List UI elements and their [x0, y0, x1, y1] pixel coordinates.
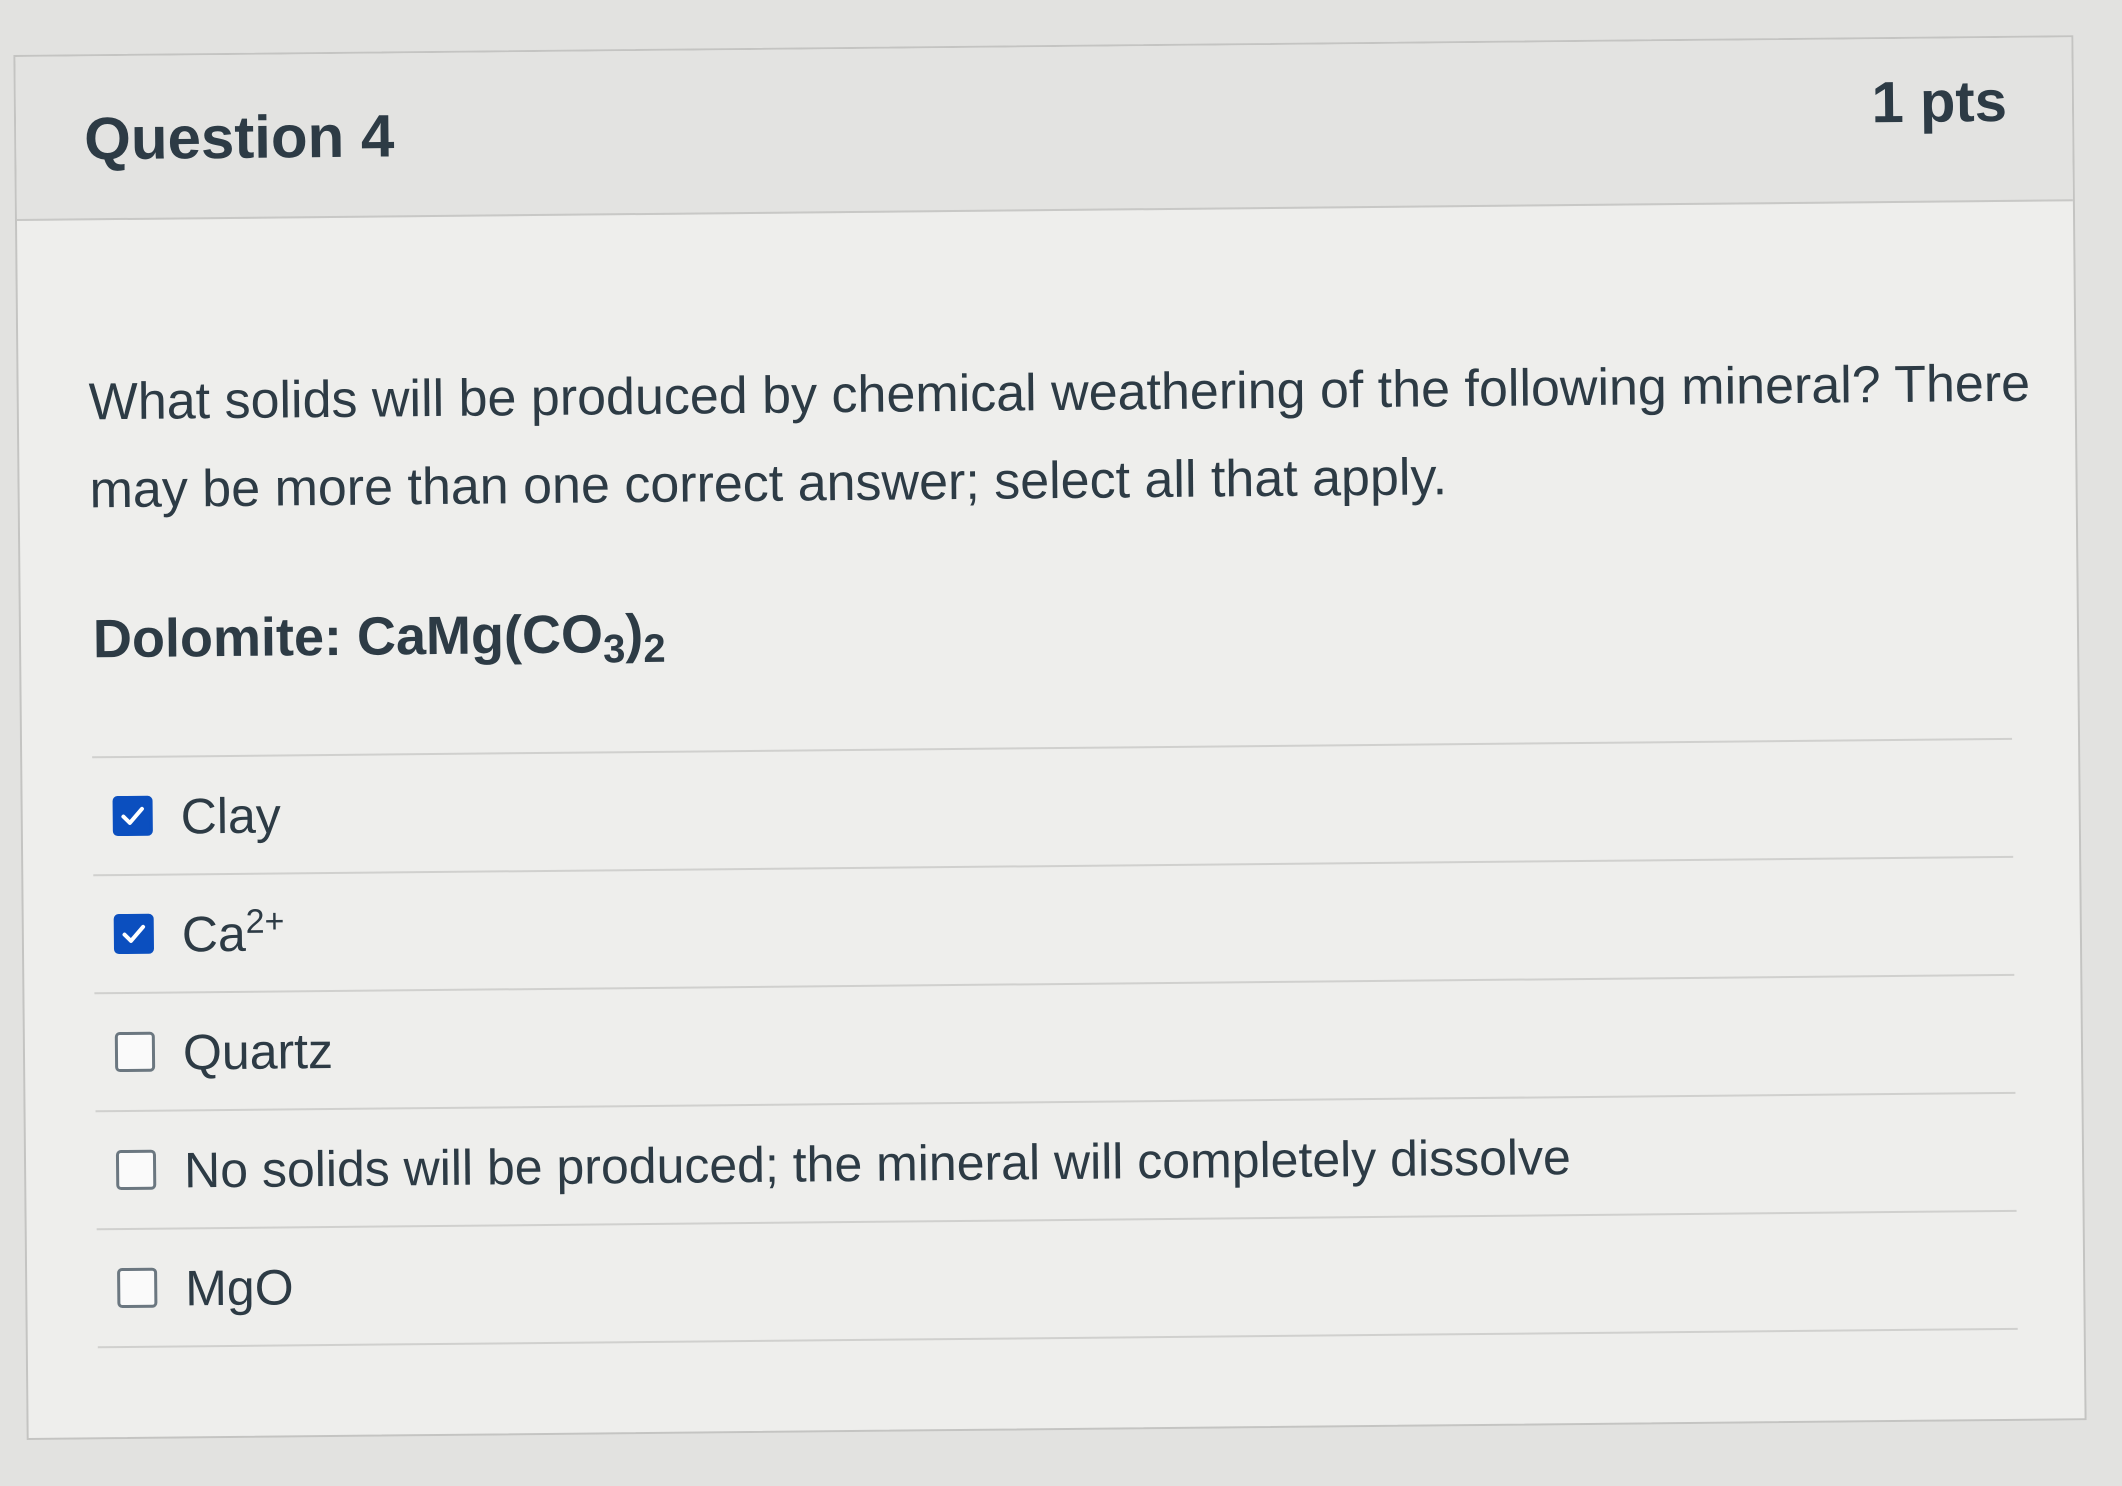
- question-text: What solids will be produced by chemical…: [88, 340, 2040, 535]
- answer-label: No solids will be produced; the mineral …: [184, 1126, 1571, 1199]
- checkmark-icon: [119, 802, 147, 830]
- answer-list: Clay Ca2+ Quartz No solids will be produ…: [92, 738, 2018, 1348]
- mineral-formula-main: Dolomite: CaMg(CO: [93, 604, 604, 669]
- answer-superscript: 2+: [245, 902, 284, 940]
- answer-text: Clay: [180, 787, 281, 844]
- checkbox-unchecked[interactable]: [116, 1150, 156, 1190]
- answer-label: Ca2+: [182, 902, 285, 963]
- question-card: Question 4 1 pts What solids will be pro…: [13, 35, 2086, 1440]
- answer-text: Ca: [182, 906, 246, 963]
- answer-option-mgo[interactable]: MgO: [97, 1212, 2018, 1348]
- checkbox-unchecked[interactable]: [117, 1268, 157, 1308]
- checkbox-checked[interactable]: [114, 914, 154, 954]
- answer-option-ca2plus[interactable]: Ca2+: [93, 858, 2014, 994]
- answer-text: No solids will be produced; the mineral …: [184, 1129, 1571, 1198]
- checkbox-unchecked[interactable]: [115, 1032, 155, 1072]
- answer-label: Quartz: [183, 1020, 334, 1081]
- answer-label: MgO: [185, 1256, 294, 1317]
- checkmark-icon: [120, 920, 148, 948]
- question-header: Question 4 1 pts: [15, 37, 2072, 221]
- mineral-formula: Dolomite: CaMg(CO3)2: [93, 603, 666, 677]
- photo-frame: Question 4 1 pts What solids will be pro…: [0, 0, 2122, 1486]
- mineral-formula-paren: ): [625, 604, 644, 664]
- answer-option-clay[interactable]: Clay: [92, 740, 2013, 876]
- checkbox-checked[interactable]: [113, 796, 153, 836]
- mineral-formula-subscript-1: 3: [603, 627, 626, 671]
- answer-label: Clay: [180, 784, 281, 845]
- answer-text: MgO: [185, 1259, 294, 1316]
- question-title: Question 4: [84, 101, 395, 173]
- mineral-formula-subscript-2: 2: [643, 627, 666, 671]
- answer-option-no-solids[interactable]: No solids will be produced; the mineral …: [96, 1094, 2017, 1230]
- answer-option-quartz[interactable]: Quartz: [94, 976, 2015, 1112]
- question-points: 1 pts: [1871, 68, 2007, 136]
- answer-text: Quartz: [183, 1023, 334, 1080]
